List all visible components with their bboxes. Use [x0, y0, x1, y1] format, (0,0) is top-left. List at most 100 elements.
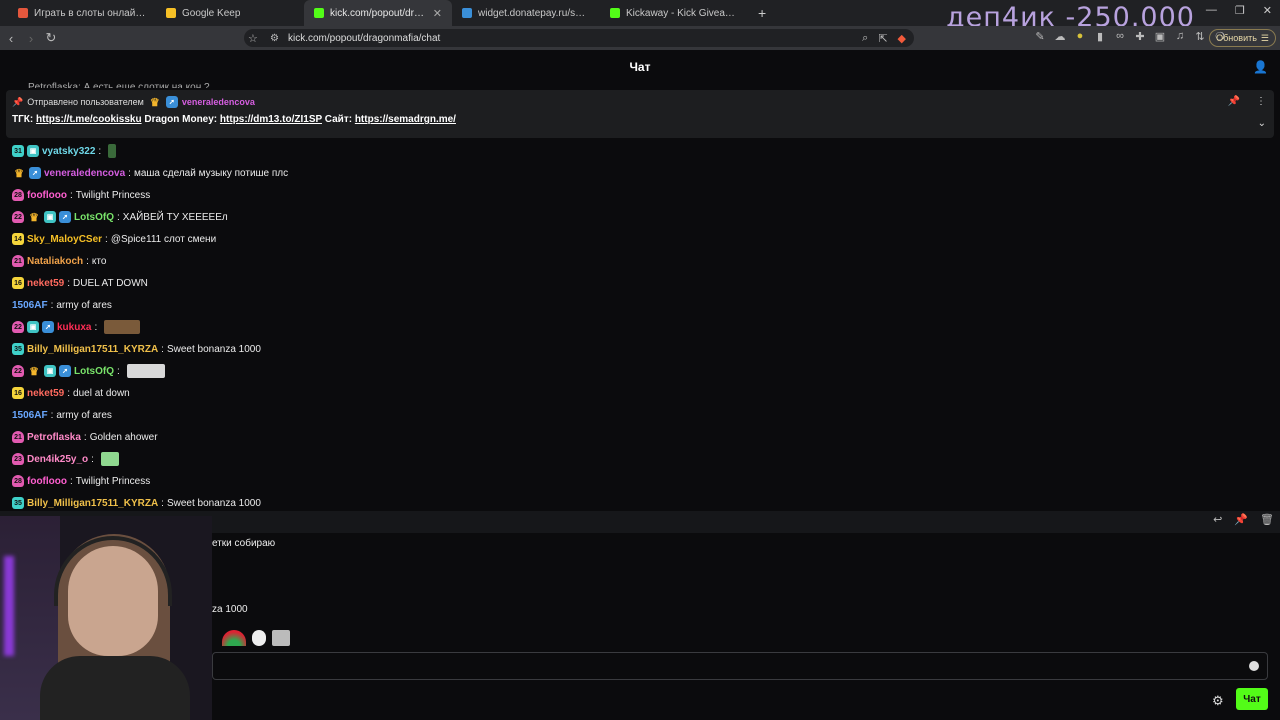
chat-username[interactable]: Petroflaska [27, 432, 81, 443]
browser-tab[interactable]: kick.com/popout/dragonmafia/ch ✕ [304, 0, 452, 26]
chat-message-text: кто [91, 255, 107, 267]
chat-message-list: 31 ▣ vyatsky322: ♛ ➚ veneraledencova: маша сде… [12, 140, 1262, 514]
zoom-icon[interactable]: ⌕ [862, 32, 868, 45]
chat-message[interactable]: ♛ ➚ veneraledencova: маша сделай музыку пот… [12, 162, 1262, 184]
new-tab-button[interactable]: + [748, 5, 776, 21]
user-badge-icon: 22 [12, 321, 24, 333]
reply-icon[interactable]: ↩ [1213, 513, 1222, 526]
pinned-link[interactable]: https://t.me/cookissku [36, 114, 142, 125]
bookmark-icon[interactable]: ☆ [248, 32, 258, 45]
separator: : [50, 409, 54, 421]
gauge-emote [222, 630, 246, 646]
extensions-bar: ✎ ☁ ● ▮ ∞ ✚ ▣ ♫ ⇅ ❍ [1034, 30, 1226, 44]
chat-username[interactable]: neket59 [27, 278, 64, 289]
extension-icon[interactable]: ▣ [1154, 30, 1166, 44]
reload-icon[interactable]: ↻ [42, 30, 60, 46]
chat-message[interactable]: 22 ♛ ▣ ➚ LotsOfQ: [12, 360, 1262, 382]
site-info-icon[interactable]: ⚙ [270, 33, 279, 44]
url-actions: ⌕ ⇱ ◆ [862, 32, 906, 45]
chat-message[interactable]: 21 Nataliakoch: кто [12, 250, 1262, 272]
user-badge-icon: ▣ [27, 145, 39, 157]
chat-username[interactable]: 1506AF [12, 410, 48, 421]
pin-message-icon[interactable]: 📌 [1234, 513, 1248, 526]
tab-title: Играть в слоты онлайн в казино [34, 7, 146, 19]
brave-shield-icon[interactable]: ◆ [898, 32, 906, 45]
chat-username[interactable]: kukuxa [57, 322, 91, 333]
chat-emote[interactable] [100, 452, 119, 466]
chat-message[interactable]: 1506AF: army of ares [12, 294, 1262, 316]
address-toolbar: ‹ › ↻ ☆ ⚙ kick.com/popout/dragonmafia/ch… [0, 26, 1280, 50]
chat-message[interactable]: 14 Sky_MaloyCSer: @Spice111 слот смени [12, 228, 1262, 250]
chat-username[interactable]: 1506AF [12, 300, 48, 311]
chat-emote[interactable] [108, 144, 117, 158]
more-options-icon[interactable]: ⋮ [1256, 96, 1266, 107]
delete-icon[interactable]: 🗑 [1260, 513, 1274, 526]
pinned-text-part: Сайт: [321, 114, 355, 125]
chat-username[interactable]: fooflooo [27, 190, 67, 201]
update-button[interactable]: Обновить ☰ [1209, 29, 1276, 47]
pinned-link[interactable]: https://semadrgn.me/ [355, 114, 456, 125]
back-icon[interactable]: ‹ [2, 31, 20, 46]
minimize-icon[interactable]: — [1206, 4, 1217, 17]
chat-username[interactable]: vyatsky322 [42, 146, 95, 157]
user-badge-icon: 31 [12, 145, 24, 157]
gear-icon[interactable]: ⚙ [1212, 693, 1224, 709]
chat-message[interactable]: 28 fooflooo: Twilight Princess [12, 184, 1262, 206]
chat-username[interactable]: Sky_MaloyCSer [27, 234, 102, 245]
pinned-sender[interactable]: veneraledencova [182, 97, 255, 107]
chat-message[interactable]: 21 Petroflaska: Golden ahower [12, 426, 1262, 448]
tab-favicon-icon [314, 8, 324, 18]
restore-icon[interactable]: ❐ [1235, 4, 1245, 17]
emoji-picker-icon[interactable] [1249, 661, 1259, 671]
browser-tab[interactable]: Google Keep [156, 0, 304, 26]
extension-icon[interactable]: ☁ [1054, 30, 1066, 44]
chat-message[interactable]: 22 ♛ ▣ ➚ LotsOfQ: ХАЙВЕЙ ТУ ХЕЕЕЕЕл [12, 206, 1262, 228]
chat-message[interactable]: 16 neket59: duel at down [12, 382, 1262, 404]
menu-icon[interactable]: ☰ [1261, 33, 1269, 44]
user-list-icon[interactable]: 👤 [1253, 60, 1268, 74]
chat-title: Чат [629, 60, 651, 74]
extension-icon[interactable]: ● [1074, 30, 1086, 44]
chat-username[interactable]: Den4ik25y_o [27, 454, 88, 465]
extension-icon[interactable]: ⇅ [1194, 30, 1206, 44]
chat-message-text: duel at down [73, 387, 130, 399]
chat-username[interactable]: Billy_Milligan17511_KYRZA [27, 344, 158, 355]
chat-message[interactable]: 35 Billy_Milligan17511_KYRZA: Sweet bonanz… [12, 338, 1262, 360]
browser-tab[interactable]: Kickaway - Kick Giveaway Tool [600, 0, 748, 26]
chat-username[interactable]: Billy_Milligan17511_KYRZA [27, 498, 158, 509]
extension-icon[interactable]: ✎ [1034, 30, 1046, 44]
forward-icon[interactable]: › [22, 31, 40, 46]
browser-tab[interactable]: Играть в слоты онлайн в казино [8, 0, 156, 26]
chat-username[interactable]: Nataliakoch [27, 256, 83, 267]
chat-message[interactable]: 1506AF: army of ares [12, 404, 1262, 426]
separator: : [67, 387, 71, 399]
browser-tab[interactable]: widget.donatepay.ru/showplayer [452, 0, 600, 26]
chat-message[interactable]: 16 neket59: DUEL AT DOWN [12, 272, 1262, 294]
chat-input[interactable] [212, 652, 1268, 680]
chat-username[interactable]: veneraledencova [44, 168, 125, 179]
chat-message[interactable]: 31 ▣ vyatsky322: [12, 140, 1262, 162]
chat-username[interactable]: LotsOfQ [74, 366, 114, 377]
send-chat-button[interactable]: Чат [1236, 688, 1268, 710]
chat-emote[interactable] [104, 320, 141, 334]
chat-message-text: army of ares [56, 299, 112, 311]
chat-username[interactable]: LotsOfQ [74, 212, 114, 223]
pinned-link[interactable]: https://dm13.to/ZI1SP [220, 114, 322, 125]
emote-row [222, 630, 290, 646]
media-icon[interactable]: ♫ [1174, 30, 1186, 44]
url-bar[interactable]: ☆ ⚙ kick.com/popout/dragonmafia/chat ⌕ ⇱… [244, 29, 914, 47]
chat-emote[interactable] [126, 364, 165, 378]
unpin-icon[interactable]: 📌 [1228, 96, 1240, 107]
close-window-icon[interactable]: ✕ [1263, 4, 1272, 17]
chat-message[interactable]: 28 fooflooo: Twilight Princess [12, 470, 1262, 492]
chat-username[interactable]: fooflooo [27, 476, 67, 487]
extension-icon[interactable]: ▮ [1094, 30, 1106, 44]
chat-username[interactable]: neket59 [27, 388, 64, 399]
extension-icon[interactable]: ∞ [1114, 30, 1126, 44]
chat-message[interactable]: 22 ▣ ➚ kukuxa: [12, 316, 1262, 338]
chevron-down-icon[interactable]: ⌄ [1258, 118, 1266, 129]
share-icon[interactable]: ⇱ [878, 32, 887, 45]
close-tab-icon[interactable]: ✕ [433, 7, 442, 20]
chat-message[interactable]: 23 Den4ik25y_o: [12, 448, 1262, 470]
puzzle-icon[interactable]: ✚ [1134, 30, 1146, 44]
